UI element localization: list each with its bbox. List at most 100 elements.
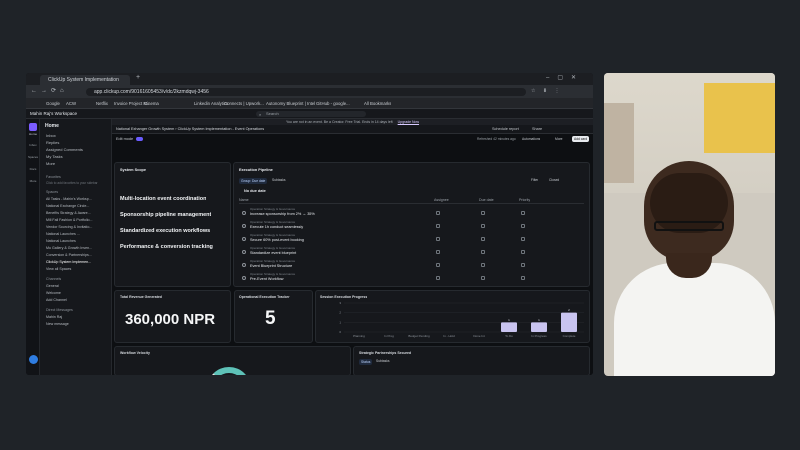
due-date-icon[interactable] xyxy=(481,237,485,241)
due-date-icon[interactable] xyxy=(481,263,485,267)
x-tick-label: Budget Pending xyxy=(408,334,430,338)
progress-chart-card: Session Execution Progress 3 2 1 0 Planning I… xyxy=(315,290,590,343)
task-status-icon[interactable] xyxy=(242,224,246,228)
pipeline-title: Execution Pipeline xyxy=(239,168,273,172)
breadcrumb[interactable]: National Exhanger Growth System › ClickU… xyxy=(116,127,346,131)
task-status-icon[interactable] xyxy=(242,276,246,280)
task-status-icon[interactable] xyxy=(242,211,246,215)
space-item[interactable]: Benefits Strategy & Aware... xyxy=(46,210,108,216)
assignee-icon[interactable] xyxy=(436,224,440,228)
sidebar-nav-item[interactable]: My Tasks xyxy=(46,154,108,160)
status-filter-chip[interactable]: Status xyxy=(359,359,373,365)
task-name[interactable]: Increase sponsorship from 2% → 35% xyxy=(250,212,420,216)
execution-tracker-card: Operational Execution Tracker 5 xyxy=(234,290,313,343)
sidebar-nav-item[interactable]: Assigned Comments xyxy=(46,147,108,153)
add-card-button[interactable]: Add card xyxy=(572,136,590,142)
assignee-icon[interactable] xyxy=(436,237,440,241)
home-icon[interactable] xyxy=(29,123,37,131)
subtasks-chip[interactable]: Subtasks xyxy=(376,359,390,363)
task-name[interactable]: Execute 1h conduct seamlessly xyxy=(250,225,420,229)
space-item[interactable]: National Launches xyxy=(46,238,108,244)
space-item[interactable]: ClickUp System Implemen... xyxy=(46,259,108,265)
bookmark-item[interactable]: ACW xyxy=(66,100,76,107)
browser-tab[interactable]: ClickUp System Implementation xyxy=(40,75,130,85)
space-item[interactable]: Mill Fall Fashion & Portfolio... xyxy=(46,217,108,223)
assignee-icon[interactable] xyxy=(436,211,440,215)
task-status-icon[interactable] xyxy=(242,250,246,254)
bookmark-item[interactable]: All Bookmarks xyxy=(364,100,391,107)
rail-docs-label[interactable]: Docs xyxy=(27,167,39,171)
new-tab-icon[interactable]: + xyxy=(136,74,140,81)
group-filter-chip[interactable]: Group: Due date xyxy=(239,178,268,184)
bookmark-item[interactable]: Cinema xyxy=(144,100,159,107)
automations-button[interactable]: Automations xyxy=(522,137,540,141)
due-date-icon[interactable] xyxy=(481,211,485,215)
task-name[interactable]: Pre-Event Workflow xyxy=(250,277,420,281)
sidebar-nav-item[interactable]: More xyxy=(46,161,108,167)
channel-item[interactable]: Add Channel xyxy=(46,297,108,303)
assignee-icon[interactable] xyxy=(436,276,440,280)
due-date-icon[interactable] xyxy=(481,250,485,254)
rail-spaces-label[interactable]: Spaces xyxy=(27,155,39,159)
url-field[interactable]: app.clickup.com/90161605453/v/dc/2kzmdqw… xyxy=(86,88,526,96)
bookmark-item[interactable]: Google xyxy=(46,100,60,107)
priority-icon[interactable] xyxy=(521,250,525,254)
bar xyxy=(561,312,577,332)
space-item[interactable]: Mu Gallery & Growth Inven... xyxy=(46,245,108,251)
extension-icons[interactable]: ☆ ⬇ ⋮ xyxy=(531,88,586,95)
priority-icon[interactable] xyxy=(521,263,525,267)
space-item[interactable]: All Tasks - Mahin's Worksp... xyxy=(46,196,108,202)
workspace-name[interactable]: Mahin Raj's Workspace xyxy=(30,111,77,116)
channel-item[interactable]: Welcome xyxy=(46,290,108,296)
sidebar-nav-item[interactable]: Inbox xyxy=(46,133,108,139)
app-rail: Home Inbox Spaces Docs More xyxy=(26,119,40,375)
due-date-icon[interactable] xyxy=(481,224,485,228)
task-name[interactable]: Standardize event blueprint xyxy=(250,251,420,255)
upgrade-link[interactable]: Upgrade Now xyxy=(398,120,419,124)
due-date-icon[interactable] xyxy=(481,276,485,280)
priority-icon[interactable] xyxy=(521,224,525,228)
progress-chart-svg: 3 2 1 0 Planning In Prog Budget Pending In - Ho… xyxy=(339,301,584,338)
assignee-icon[interactable] xyxy=(436,250,440,254)
edit-mode-toggle[interactable] xyxy=(136,137,143,141)
subtasks-filter-chip[interactable]: Subtasks xyxy=(272,178,286,182)
space-item[interactable]: National Exchange Circle... xyxy=(46,203,108,209)
closed-button[interactable]: Closed xyxy=(549,178,559,182)
task-status-icon[interactable] xyxy=(242,263,246,267)
more-button[interactable]: More xyxy=(555,137,563,141)
space-item[interactable]: Conversion & Partnerships... xyxy=(46,252,108,258)
bookmark-item[interactable]: GitHub - google... xyxy=(316,100,350,107)
task-status-icon[interactable] xyxy=(242,237,246,241)
bookmark-item[interactable]: Connects | Upwork... xyxy=(224,100,264,107)
dm-item[interactable]: Mahin Raj xyxy=(46,314,108,320)
rail-inbox-label[interactable]: Inbox xyxy=(27,143,39,147)
space-item[interactable]: National Launches ... xyxy=(46,231,108,237)
y-tick-label: 3 xyxy=(339,301,341,305)
sidebar-nav-item[interactable]: Replies xyxy=(46,140,108,146)
task-name[interactable]: Secure 60% post-event booking xyxy=(250,238,420,242)
bookmark-item[interactable]: Autonomy Blueprint | Intel xyxy=(266,100,315,107)
nav-icons[interactable]: ←→⟳⌂ xyxy=(31,87,68,94)
priority-icon[interactable] xyxy=(521,211,525,215)
share-button[interactable]: Share xyxy=(532,127,542,131)
scope-item: Standardized execution workflows xyxy=(120,228,211,234)
group-label[interactable]: No due date xyxy=(244,189,266,193)
space-item[interactable]: View all Spaces xyxy=(46,266,108,272)
priority-icon[interactable] xyxy=(521,276,525,280)
rail-more-label[interactable]: More xyxy=(27,179,39,183)
task-name[interactable]: Event Blueprint Structure xyxy=(250,264,420,268)
filter-button[interactable]: Filter xyxy=(531,178,538,182)
breadcrumb-bar: National Exhanger Growth System › ClickU… xyxy=(112,125,593,134)
chat-fab-icon[interactable] xyxy=(29,355,38,364)
video-participant-tile[interactable] xyxy=(604,73,775,376)
channel-item[interactable]: General xyxy=(46,283,108,289)
app-search-input[interactable]: Search xyxy=(256,111,366,117)
window-controls[interactable]: –▢✕ xyxy=(546,74,584,81)
bar-value-label: 2 xyxy=(568,308,570,312)
priority-icon[interactable] xyxy=(521,237,525,241)
dm-item[interactable]: New message xyxy=(46,321,108,327)
schedule-report-button[interactable]: Schedule report xyxy=(492,127,519,131)
space-item[interactable]: Vendor Sourcing & Invitatio... xyxy=(46,224,108,230)
bookmark-item[interactable]: Netflix xyxy=(96,100,108,107)
assignee-icon[interactable] xyxy=(436,263,440,267)
